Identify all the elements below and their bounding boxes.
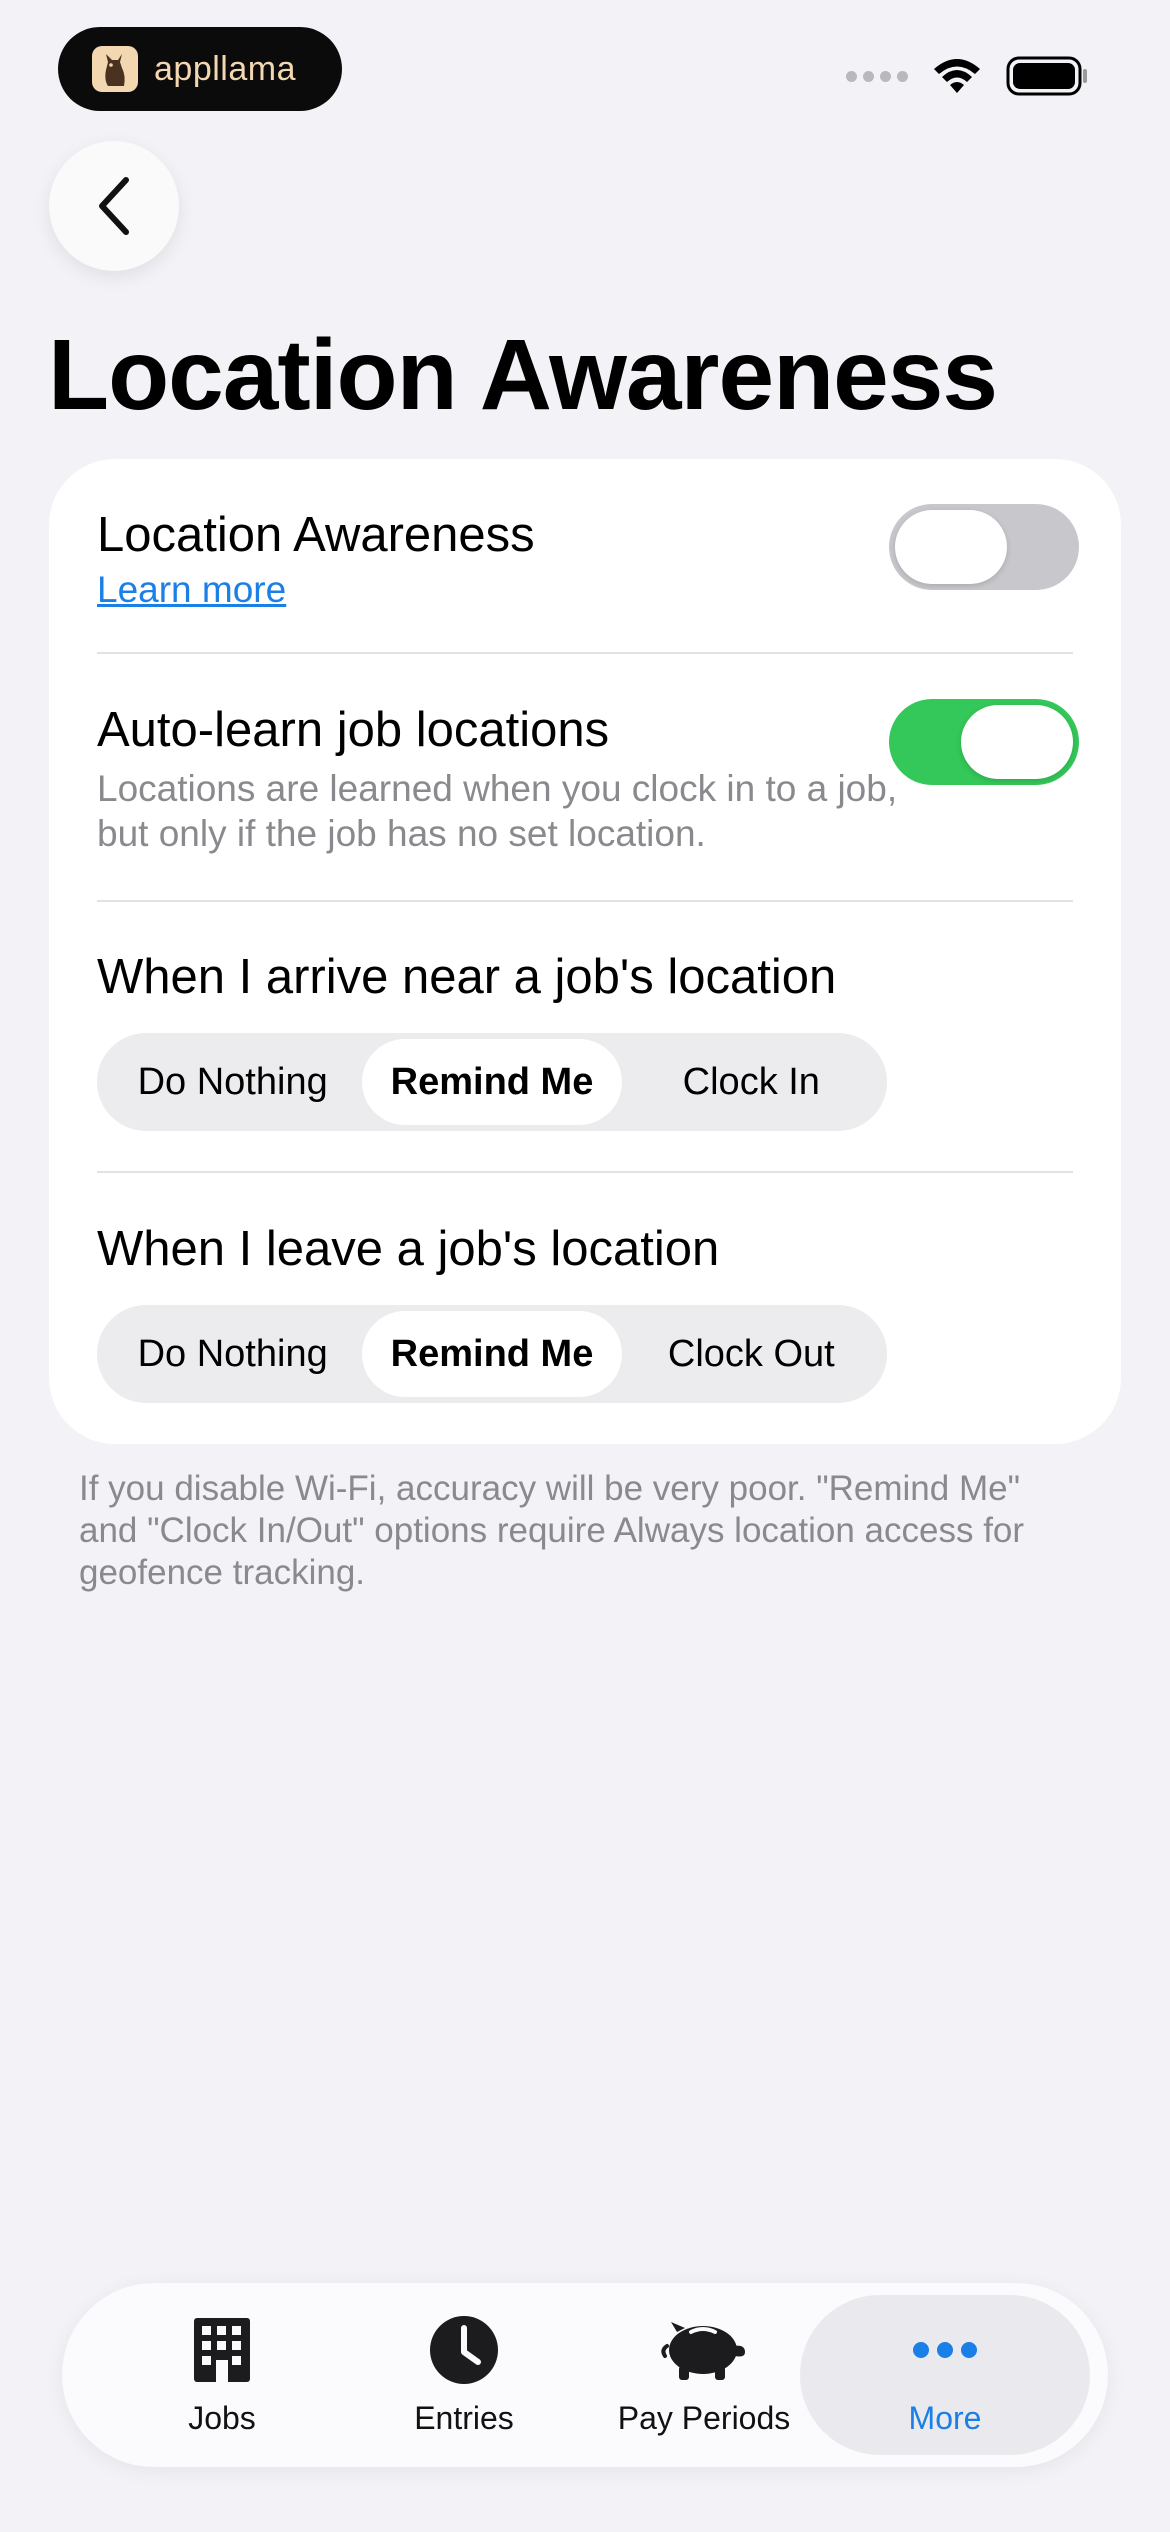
ellipsis-icon [912,2314,978,2386]
arrive-option-remind-me[interactable]: Remind Me [362,1039,622,1125]
clock-icon [428,2314,500,2386]
piggy-bank-icon [659,2314,749,2386]
leave-option-remind-me[interactable]: Remind Me [362,1311,622,1397]
auto-learn-description: Locations are learned when you clock in … [97,768,898,854]
status-icons [846,56,1090,96]
tab-bar: Jobs Entries Pay Periods More [62,2283,1108,2467]
arrive-title: When I arrive near a job's location [97,950,837,1004]
tab-pay-periods[interactable]: Pay Periods [584,2283,824,2467]
tab-entries[interactable]: Entries [344,2283,584,2467]
tab-more[interactable]: More [800,2295,1090,2455]
signal-dots-icon [846,70,908,82]
auto-learn-row: Auto-learn job locations Locations are l… [97,702,911,856]
wifi-icon [934,59,980,93]
settings-card: Location Awareness Learn more Auto-learn… [49,459,1121,1444]
footnote: If you disable Wi-Fi, accuracy will be v… [79,1469,1025,1592]
chevron-left-icon [99,177,129,235]
tab-label: Pay Periods [617,2399,791,2436]
screen: appllama Location Awareness Location Awa… [0,0,1170,2532]
brand-badge: appllama [58,27,342,111]
battery-icon [1006,56,1087,96]
brand-name: appllama [154,49,296,88]
leave-option-do-nothing[interactable]: Do Nothing [103,1311,362,1397]
auto-learn-toggle[interactable] [889,699,1079,785]
page-title: Location Awareness [48,319,998,431]
learn-more-link[interactable]: Learn more [97,569,286,611]
location-awareness-toggle[interactable] [889,504,1079,590]
leave-segmented-control: Do Nothing Remind Me Clock Out [97,1305,887,1403]
divider [97,652,1073,654]
leave-option-clock-out[interactable]: Clock Out [622,1311,881,1397]
leave-title: When I leave a job's location [97,1222,720,1276]
building-icon [192,2314,252,2386]
tab-jobs[interactable]: Jobs [102,2283,342,2467]
arrive-segmented-control: Do Nothing Remind Me Clock In [97,1033,887,1131]
tab-label: Entries [414,2399,514,2436]
llama-logo-icon [92,46,138,92]
toggle-knob [895,510,1007,584]
auto-learn-title: Auto-learn job locations [97,703,610,757]
arrive-row: When I arrive near a job's location [97,949,1079,1005]
divider [97,900,1073,902]
toggle-knob [961,705,1073,779]
back-button[interactable] [49,141,179,271]
tab-label: More [908,2399,982,2436]
arrive-option-clock-in[interactable]: Clock In [622,1039,881,1125]
tab-label: Jobs [188,2399,256,2436]
divider [97,1171,1073,1173]
leave-row: When I leave a job's location [97,1221,1079,1277]
arrive-option-do-nothing[interactable]: Do Nothing [103,1039,362,1125]
